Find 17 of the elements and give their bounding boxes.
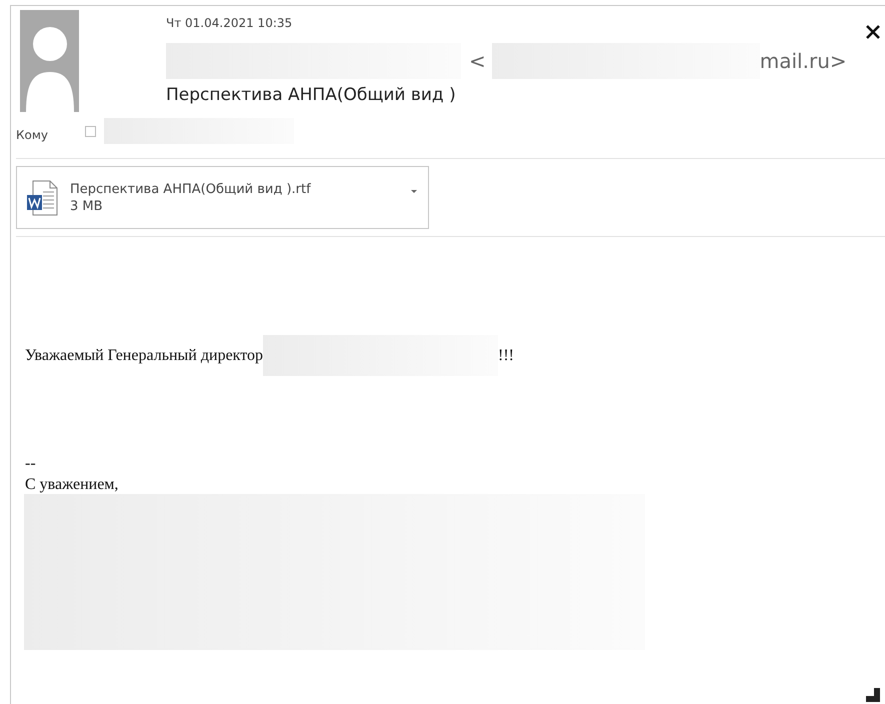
attachment-name: Перспектива АНПА(Общий вид ).rtf (70, 180, 312, 198)
document-icon (26, 180, 58, 216)
closing-text: С уважением, (25, 476, 120, 494)
subject-text: Перспектива АНПА(Общий вид ) (166, 85, 457, 105)
date-text: Чт 01.04.2021 10:35 (166, 16, 294, 30)
greeting-text: Уважаемый Генеральный директор (25, 346, 264, 364)
sender-domain: mail.ru> (760, 48, 847, 72)
attachment-card[interactable]: Перспектива АНПА(Общий вид ).rtf 3 MB (16, 166, 429, 229)
close-icon[interactable] (865, 24, 881, 40)
attachment-size: 3 MB (70, 198, 104, 214)
sender-bracket: < (469, 48, 486, 72)
signature-separator: -- (25, 454, 37, 474)
caret-icon[interactable] (410, 189, 418, 194)
to-label: Кому (16, 128, 50, 142)
resize-grip-icon[interactable] (866, 688, 880, 702)
recipient-icon (85, 126, 96, 136)
greeting-end: !!! (498, 346, 514, 364)
